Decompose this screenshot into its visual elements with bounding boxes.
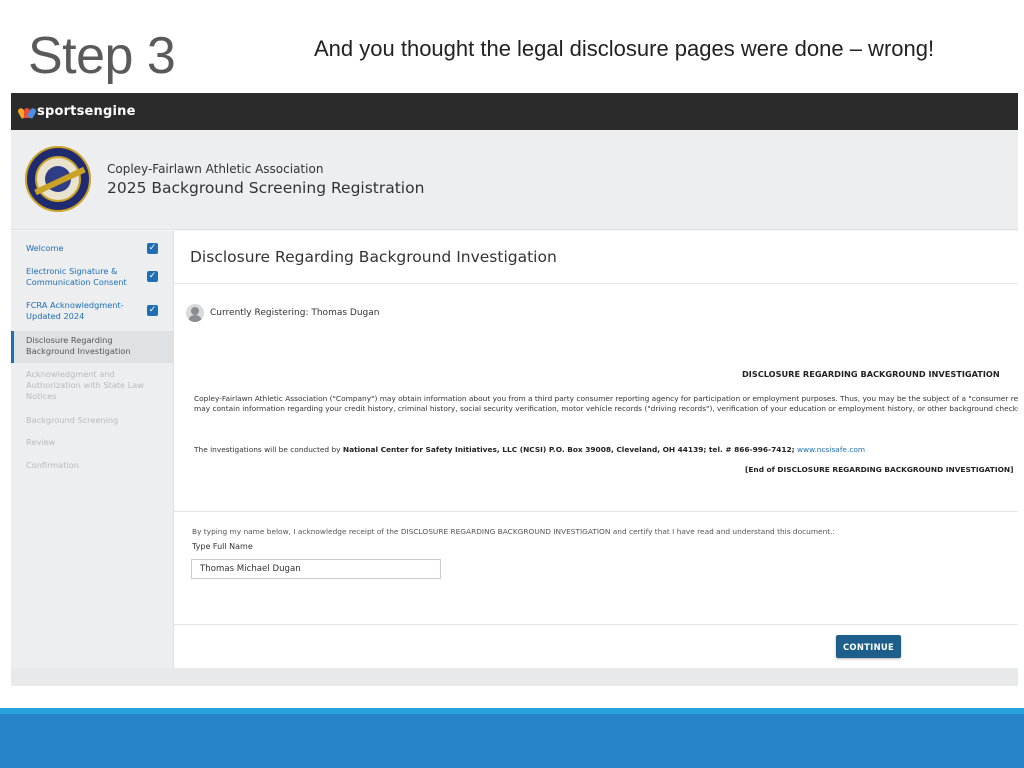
sidebar-item-label: Review [26, 437, 56, 447]
association-logo [25, 146, 91, 212]
brand-name: sportsengine [37, 104, 136, 119]
full-name-input[interactable] [191, 559, 441, 579]
sidebar-item-esignature[interactable]: Electronic Signature & Communication Con… [11, 266, 174, 288]
ncsi-link[interactable]: www.ncsisafe.com [797, 445, 865, 454]
sidebar-item-background-screening[interactable]: Background Screening [11, 415, 174, 426]
main-content: Disclosure Regarding Background Investig… [174, 231, 1018, 668]
user-avatar-icon [186, 304, 204, 322]
step-sidebar: Welcome ✓ Electronic Signature & Communi… [11, 231, 174, 668]
sidebar-item-label: Background Screening [26, 415, 119, 425]
conducted-agency: National Center for Safety Initiatives, … [342, 445, 795, 454]
sidebar-item-label: Electronic Signature & Communication Con… [26, 266, 127, 287]
sidebar-item-label: FCRA Acknowledgment-Updated 2024 [26, 300, 124, 321]
slide-title: Step 3 [28, 27, 176, 85]
sidebar-item-label: Welcome [26, 243, 64, 253]
sidebar-item-acknowledgment[interactable]: Acknowledgment and Authorization with St… [11, 369, 174, 402]
acknowledgment-text: By typing my name below, I acknowledge r… [192, 527, 836, 536]
full-name-label: Type Full Name [192, 542, 253, 551]
sidebar-item-review[interactable]: Review [11, 437, 174, 448]
conducted-by: The investigations will be conducted by … [194, 445, 865, 454]
organization-name: Copley-Fairlawn Athletic Association [107, 162, 324, 176]
checkbox-checked-icon: ✓ [147, 242, 158, 254]
checkbox-checked-icon: ✓ [147, 305, 158, 316]
sidebar-item-label: Disclosure Regarding Background Investig… [26, 335, 131, 356]
disclosure-paragraph: Copley-Fairlawn Athletic Association ("C… [194, 394, 1018, 414]
sidebar-item-label: Acknowledgment and Authorization with St… [26, 369, 144, 401]
conducted-prefix: The investigations will be conducted by [194, 445, 341, 454]
checkbox-checked-icon: ✓ [147, 271, 158, 282]
registration-screenshot: sportsengine Copley-Fairlawn Athletic As… [11, 93, 1018, 686]
sidebar-item-label: Confirmation [26, 460, 79, 470]
sidebar-item-fcra[interactable]: FCRA Acknowledgment-Updated 2024 ✓ [11, 300, 174, 322]
sidebar-item-disclosure[interactable]: Disclosure Regarding Background Investig… [11, 331, 174, 363]
disclosure-heading: DISCLOSURE REGARDING BACKGROUND INVESTIG… [742, 369, 1000, 379]
currently-registering: Currently Registering: Thomas Dugan [210, 308, 380, 318]
slide-subtitle: And you thought the legal disclosure pag… [314, 36, 935, 61]
registration-title: 2025 Background Screening Registration [107, 179, 425, 197]
sportsengine-logo[interactable]: sportsengine [16, 104, 136, 119]
sidebar-item-welcome[interactable]: Welcome ✓ [11, 242, 174, 254]
registration-header: Copley-Fairlawn Athletic Association 202… [11, 130, 1018, 230]
page-title: Disclosure Regarding Background Investig… [190, 248, 557, 266]
disclosure-line: may contain information regarding your c… [194, 404, 1018, 413]
disclosure-end: [End of DISCLOSURE REGARDING BACKGROUND … [745, 465, 1014, 474]
divider [174, 624, 1018, 625]
divider [174, 283, 1018, 284]
page-footer [11, 668, 1018, 686]
sidebar-item-confirmation[interactable]: Confirmation [11, 460, 174, 471]
nbc-peacock-icon [16, 106, 38, 119]
top-navbar: sportsengine [11, 93, 1018, 130]
slide-footer-band [0, 714, 1024, 768]
continue-button[interactable]: CONTINUE [836, 635, 901, 658]
disclosure-line: Copley-Fairlawn Athletic Association ("C… [194, 394, 1018, 403]
divider [174, 511, 1018, 512]
